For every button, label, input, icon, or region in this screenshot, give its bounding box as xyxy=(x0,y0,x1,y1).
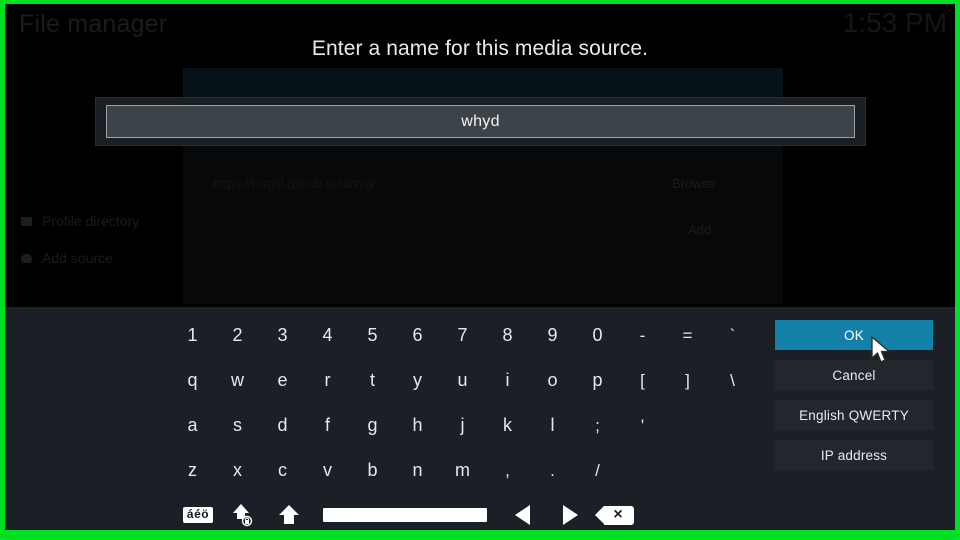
key-minus[interactable]: - xyxy=(620,316,665,356)
shift-key[interactable] xyxy=(266,495,312,530)
clock: 1:53 PM xyxy=(842,7,947,38)
key-backslash[interactable]: \ xyxy=(710,361,755,401)
capslock-icon xyxy=(233,504,253,527)
key-i[interactable]: i xyxy=(485,361,530,401)
key-period[interactable]: . xyxy=(530,451,575,491)
key-u[interactable]: u xyxy=(440,361,485,401)
key-7[interactable]: 7 xyxy=(440,316,485,356)
key-2[interactable]: 2 xyxy=(215,316,260,356)
key-d[interactable]: d xyxy=(260,406,305,446)
key-5[interactable]: 5 xyxy=(350,316,395,356)
cursor-right-key[interactable] xyxy=(546,495,594,530)
ok-button[interactable]: OK xyxy=(775,320,933,350)
accents-key[interactable]: áéö xyxy=(176,495,220,530)
shift-icon xyxy=(279,505,299,524)
key-p[interactable]: p xyxy=(575,361,620,401)
key-o[interactable]: o xyxy=(530,361,575,401)
arrow-left-icon xyxy=(514,505,530,525)
key-z[interactable]: z xyxy=(170,451,215,491)
key-slash[interactable]: / xyxy=(575,451,620,491)
keyboard-key-grid: 1 2 3 4 5 6 7 8 9 0 - = ` q w e r t y u … xyxy=(170,313,755,530)
add-source-icon xyxy=(21,253,32,263)
key-bracket-left[interactable]: [ xyxy=(620,361,665,401)
name-input-value: whyd xyxy=(461,112,500,130)
capslock-key[interactable] xyxy=(220,495,266,530)
key-6[interactable]: 6 xyxy=(395,316,440,356)
key-r[interactable]: r xyxy=(305,361,350,401)
browse-button[interactable]: Browse xyxy=(672,176,715,191)
key-h[interactable]: h xyxy=(395,406,440,446)
background-dim-controls: . . xyxy=(665,267,712,281)
key-comma[interactable]: , xyxy=(485,451,530,491)
key-4[interactable]: 4 xyxy=(305,316,350,356)
backspace-key[interactable] xyxy=(594,495,644,530)
key-s[interactable]: s xyxy=(215,406,260,446)
key-m[interactable]: m xyxy=(440,451,485,491)
key-l[interactable]: l xyxy=(530,406,575,446)
key-b[interactable]: b xyxy=(350,451,395,491)
name-input[interactable]: whyd xyxy=(106,105,855,138)
key-0[interactable]: 0 xyxy=(575,316,620,356)
key-3[interactable]: 3 xyxy=(260,316,305,356)
key-v[interactable]: v xyxy=(305,451,350,491)
key-1[interactable]: 1 xyxy=(170,316,215,356)
screen-capture-frame: File manager 1:53 PM https://mrgsi.githu… xyxy=(0,0,960,540)
keyboard-row-bottom: z x c v b n m , . / xyxy=(170,448,755,493)
space-key[interactable] xyxy=(312,495,498,530)
add-button[interactable]: Add xyxy=(688,222,711,237)
keyboard-function-row: áéö xyxy=(170,493,755,530)
key-f[interactable]: f xyxy=(305,406,350,446)
key-j[interactable]: j xyxy=(440,406,485,446)
key-e[interactable]: e xyxy=(260,361,305,401)
key-9[interactable]: 9 xyxy=(530,316,575,356)
dialog-action-buttons: OK Cancel English QWERTY IP address xyxy=(775,320,933,480)
kodi-screen: File manager 1:53 PM https://mrgsi.githu… xyxy=(5,4,955,530)
spacebar-icon xyxy=(323,508,487,522)
dialog-prompt: Enter a name for this media source. xyxy=(311,37,649,60)
key-x[interactable]: x xyxy=(215,451,260,491)
sidebar-item-label: Profile directory xyxy=(42,213,140,229)
key-k[interactable]: k xyxy=(485,406,530,446)
app-title: File manager xyxy=(19,10,168,38)
key-y[interactable]: y xyxy=(395,361,440,401)
arrow-right-icon xyxy=(562,505,578,525)
ip-address-button[interactable]: IP address xyxy=(775,440,933,470)
keyboard-layout-button[interactable]: English QWERTY xyxy=(775,400,933,430)
source-path-value: https://mrgsi.github.io/dirtyg/ xyxy=(213,176,376,191)
key-semicolon[interactable]: ; xyxy=(575,406,620,446)
key-q[interactable]: q xyxy=(170,361,215,401)
key-c[interactable]: c xyxy=(260,451,305,491)
sidebar-item-add-source[interactable]: Add source xyxy=(21,250,113,266)
cursor-left-key[interactable] xyxy=(498,495,546,530)
key-equals[interactable]: = xyxy=(665,316,710,356)
key-bracket-right[interactable]: ] xyxy=(665,361,710,401)
key-g[interactable]: g xyxy=(350,406,395,446)
backspace-icon xyxy=(595,505,634,525)
key-t[interactable]: t xyxy=(350,361,395,401)
sidebar-item-label: Add source xyxy=(42,250,113,266)
key-w[interactable]: w xyxy=(215,361,260,401)
keyboard-row-top: q w e r t y u i o p [ ] \ xyxy=(170,358,755,403)
key-backtick[interactable]: ` xyxy=(710,316,755,356)
key-a[interactable]: a xyxy=(170,406,215,446)
sidebar-item-profile-directory[interactable]: Profile directory xyxy=(21,213,139,229)
key-apostrophe[interactable]: ' xyxy=(620,406,665,446)
folder-icon xyxy=(21,216,32,226)
keyboard-row-numbers: 1 2 3 4 5 6 7 8 9 0 - = ` xyxy=(170,313,755,358)
key-n[interactable]: n xyxy=(395,451,440,491)
cancel-button[interactable]: Cancel xyxy=(775,360,933,390)
key-8[interactable]: 8 xyxy=(485,316,530,356)
accents-icon: áéö xyxy=(182,506,214,524)
keyboard-row-home: a s d f g h j k l ; ' xyxy=(170,403,755,448)
